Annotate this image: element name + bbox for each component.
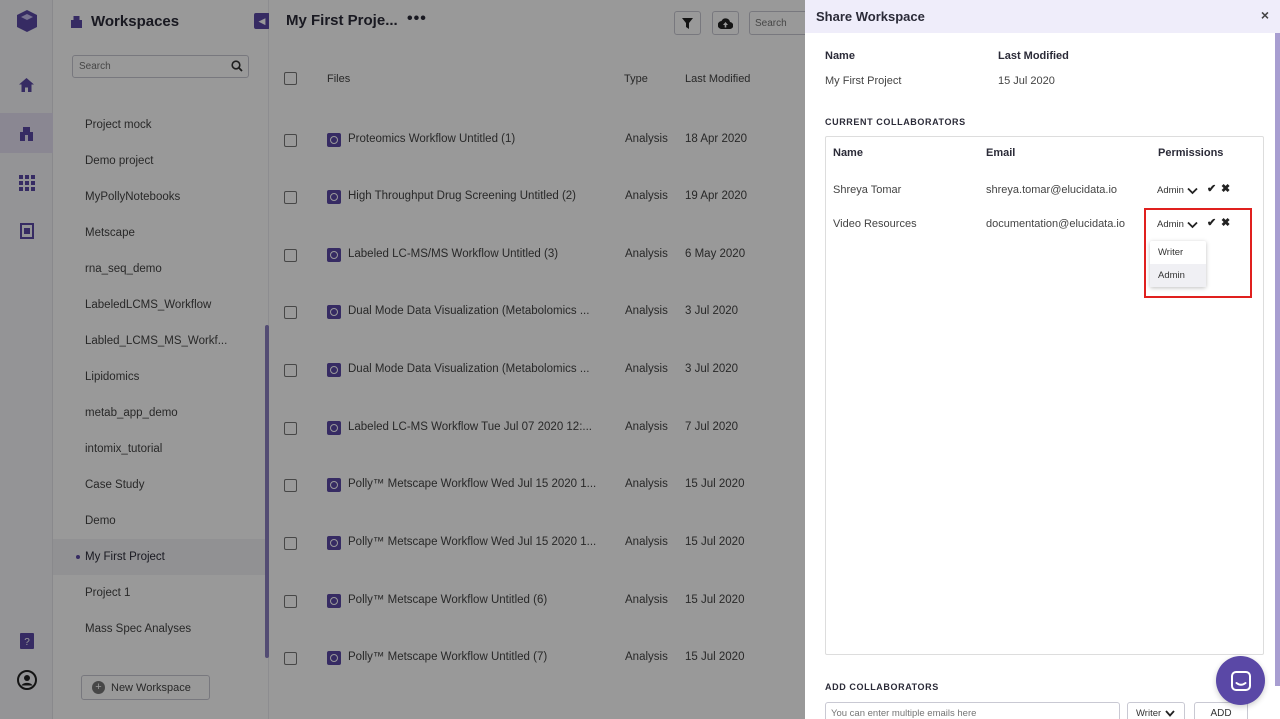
- permission-value: Admin: [1157, 185, 1184, 196]
- modal-backdrop[interactable]: [0, 0, 805, 719]
- close-icon[interactable]: ×: [1261, 7, 1269, 23]
- last-modified-label: Last Modified: [998, 50, 1069, 62]
- confirm-permission-icon[interactable]: ✔: [1207, 182, 1216, 195]
- chat-icon: [1230, 670, 1251, 691]
- panel-scrollbar[interactable]: [1275, 33, 1280, 686]
- collaborator-email-field[interactable]: [825, 702, 1120, 719]
- chevron-down-icon: [1187, 187, 1198, 194]
- column-header-email: Email: [986, 147, 1016, 159]
- permission-select[interactable]: Admin: [1157, 185, 1198, 196]
- share-workspace-panel: Share Workspace × Name Last Modified My …: [805, 0, 1280, 719]
- column-header-permissions: Permissions: [1158, 147, 1224, 159]
- collaborator-name: Video Resources: [833, 218, 917, 230]
- highlight-box: [1144, 208, 1252, 298]
- workspace-name-value: My First Project: [825, 75, 902, 87]
- chat-support-button[interactable]: [1216, 656, 1265, 705]
- collaborator-email: documentation@elucidata.io: [986, 218, 1125, 230]
- new-permission-select[interactable]: Writer: [1127, 702, 1185, 719]
- column-header-name: Name: [833, 147, 863, 159]
- chevron-down-icon: [1165, 709, 1175, 717]
- add-collaborators-heading: ADD COLLABORATORS: [825, 682, 939, 692]
- collaborator-email-input[interactable]: [826, 703, 1116, 719]
- new-permission-value: Writer: [1136, 707, 1162, 719]
- name-label: Name: [825, 50, 855, 62]
- collaborator-name: Shreya Tomar: [833, 184, 902, 196]
- share-panel-header: Share Workspace: [805, 0, 1280, 33]
- share-panel-title: Share Workspace: [816, 9, 925, 24]
- workspace-modified-value: 15 Jul 2020: [998, 75, 1055, 87]
- remove-collaborator-icon[interactable]: ✖: [1221, 182, 1230, 195]
- collaborator-email: shreya.tomar@elucidata.io: [986, 184, 1118, 196]
- current-collaborators-heading: CURRENT COLLABORATORS: [825, 117, 966, 127]
